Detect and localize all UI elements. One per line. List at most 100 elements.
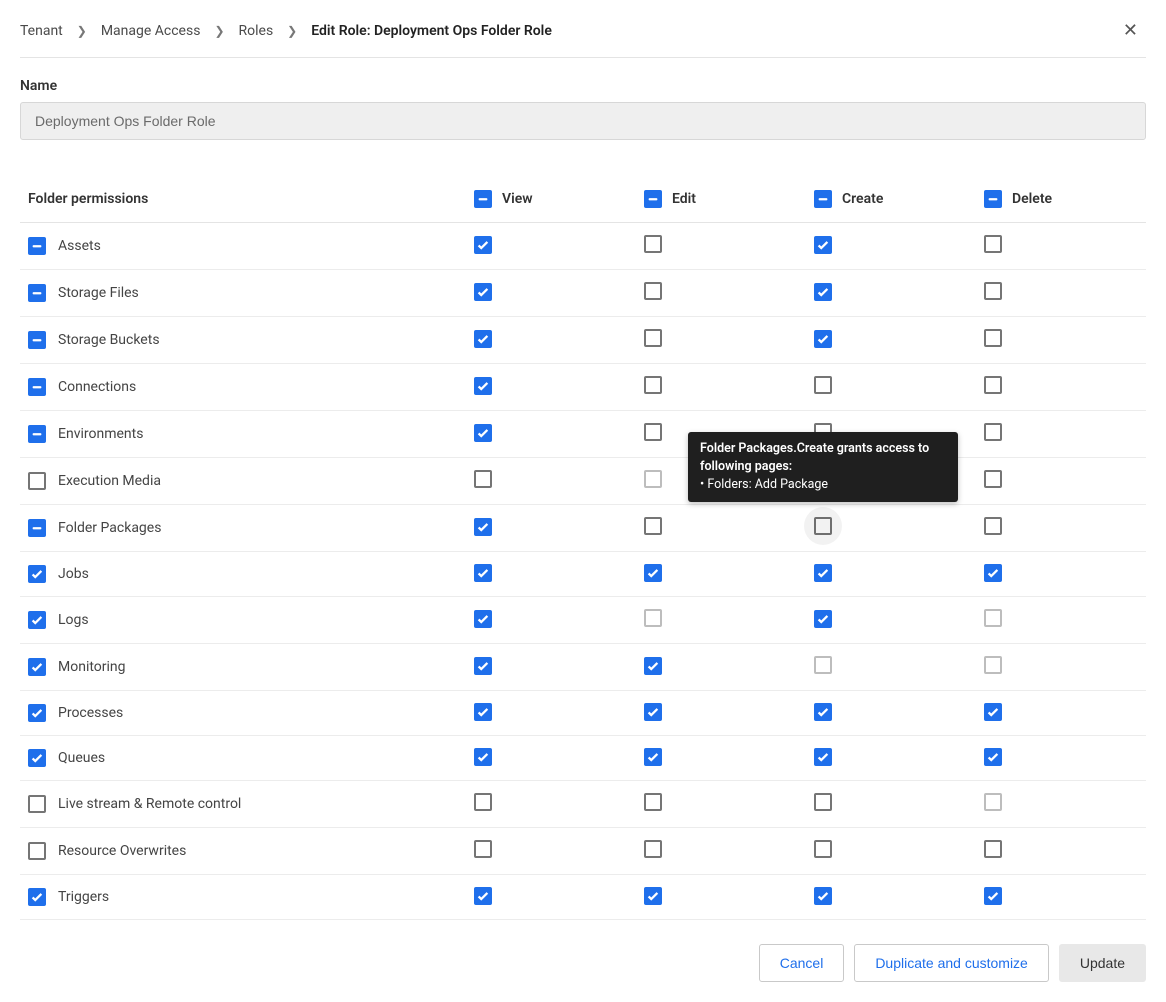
perm-folder-packages-view[interactable] [474,518,492,536]
perm-storage-buckets-create[interactable] [814,330,832,348]
row-toggle-triggers[interactable] [28,888,46,906]
column-toggle-create[interactable] [814,190,832,208]
update-button[interactable]: Update [1059,944,1146,982]
perm-connections-edit[interactable] [644,376,662,394]
role-name-input[interactable] [20,102,1146,140]
perm-processes-delete[interactable] [984,703,1002,721]
perm-connections-delete[interactable] [984,376,1002,394]
perm-storage-files-view[interactable] [474,283,492,301]
column-toggle-view[interactable] [474,190,492,208]
permission-row-label: Storage Buckets [58,332,160,348]
permission-row-label: Execution Media [58,473,161,489]
perm-resource-overwrites-create[interactable] [814,840,832,858]
perm-logs-view[interactable] [474,610,492,628]
chevron-right-icon: ❯ [77,24,87,38]
permission-tooltip: Folder Packages.Create grants access to … [688,432,958,502]
perm-environments-view[interactable] [474,424,492,442]
row-toggle-resource-overwrites[interactable] [28,842,46,860]
perm-live-stream-remote-control-create[interactable] [814,793,832,811]
close-icon[interactable]: ✕ [1115,16,1146,45]
perm-jobs-edit[interactable] [644,564,662,582]
perm-environments-edit[interactable] [644,423,662,441]
row-toggle-storage-buckets[interactable] [28,331,46,349]
row-toggle-queues[interactable] [28,749,46,767]
perm-queues-delete[interactable] [984,748,1002,766]
perm-execution-media-delete[interactable] [984,470,1002,488]
perm-storage-buckets-edit[interactable] [644,329,662,347]
breadcrumb-tenant[interactable]: Tenant [20,23,63,39]
perm-queues-view[interactable] [474,748,492,766]
perm-queues-create[interactable] [814,748,832,766]
cancel-button[interactable]: Cancel [759,944,845,982]
permission-row-label: Jobs [58,566,89,582]
perm-processes-view[interactable] [474,703,492,721]
perm-processes-create[interactable] [814,703,832,721]
perm-folder-packages-delete[interactable] [984,517,1002,535]
perm-monitoring-view[interactable] [474,657,492,675]
perm-resource-overwrites-view[interactable] [474,840,492,858]
perm-assets-view[interactable] [474,236,492,254]
perm-triggers-view[interactable] [474,887,492,905]
perm-storage-buckets-delete[interactable] [984,329,1002,347]
permission-row: Environments [20,411,1146,458]
column-toggle-delete[interactable] [984,190,1002,208]
row-toggle-jobs[interactable] [28,565,46,583]
perm-storage-buckets-view[interactable] [474,330,492,348]
perm-triggers-delete[interactable] [984,887,1002,905]
perm-live-stream-remote-control-edit[interactable] [644,793,662,811]
row-toggle-assets[interactable] [28,237,46,255]
perm-monitoring-edit[interactable] [644,657,662,675]
permission-row-label: Assets [58,238,101,254]
perm-resource-overwrites-edit[interactable] [644,840,662,858]
perm-storage-files-delete[interactable] [984,282,1002,300]
perm-monitoring-delete[interactable] [984,656,1002,674]
perm-storage-files-edit[interactable] [644,282,662,300]
perm-environments-delete[interactable] [984,423,1002,441]
column-header-edit: Edit [672,191,696,207]
perm-logs-edit[interactable] [644,609,662,627]
permission-row-label: Environments [58,426,143,442]
perm-logs-delete[interactable] [984,609,1002,627]
permission-row-label: Triggers [58,889,109,905]
row-toggle-storage-files[interactable] [28,284,46,302]
perm-live-stream-remote-control-view[interactable] [474,793,492,811]
perm-assets-delete[interactable] [984,235,1002,253]
perm-resource-overwrites-delete[interactable] [984,840,1002,858]
perm-triggers-edit[interactable] [644,887,662,905]
permission-row: Resource Overwrites [20,828,1146,875]
perm-connections-view[interactable] [474,377,492,395]
column-header-view: View [502,191,533,207]
breadcrumb-manage-access[interactable]: Manage Access [101,23,201,39]
perm-assets-create[interactable] [814,236,832,254]
perm-monitoring-create[interactable] [814,656,832,674]
perm-execution-media-edit[interactable] [644,470,662,488]
row-toggle-environments[interactable] [28,425,46,443]
duplicate-and-customize-button[interactable]: Duplicate and customize [854,944,1049,982]
perm-folder-packages-edit[interactable] [644,517,662,535]
perm-jobs-view[interactable] [474,564,492,582]
row-toggle-connections[interactable] [28,378,46,396]
row-toggle-monitoring[interactable] [28,658,46,676]
permission-row: Storage Buckets [20,317,1146,364]
row-toggle-execution-media[interactable] [28,472,46,490]
perm-jobs-delete[interactable] [984,564,1002,582]
permission-row-label: Resource Overwrites [58,843,186,859]
perm-execution-media-view[interactable] [474,470,492,488]
perm-connections-create[interactable] [814,376,832,394]
column-toggle-edit[interactable] [644,190,662,208]
perm-queues-edit[interactable] [644,748,662,766]
row-toggle-live-stream-remote-control[interactable] [28,795,46,813]
perm-live-stream-remote-control-delete[interactable] [984,793,1002,811]
perm-assets-edit[interactable] [644,235,662,253]
row-toggle-processes[interactable] [28,704,46,722]
row-toggle-logs[interactable] [28,611,46,629]
perm-logs-create[interactable] [814,610,832,628]
row-toggle-folder-packages[interactable] [28,519,46,537]
breadcrumb-roles[interactable]: Roles [239,23,274,39]
perm-jobs-create[interactable] [814,564,832,582]
perm-processes-edit[interactable] [644,703,662,721]
permission-row: Live stream & Remote control [20,781,1146,828]
perm-storage-files-create[interactable] [814,283,832,301]
perm-folder-packages-create[interactable] [814,517,832,535]
perm-triggers-create[interactable] [814,887,832,905]
